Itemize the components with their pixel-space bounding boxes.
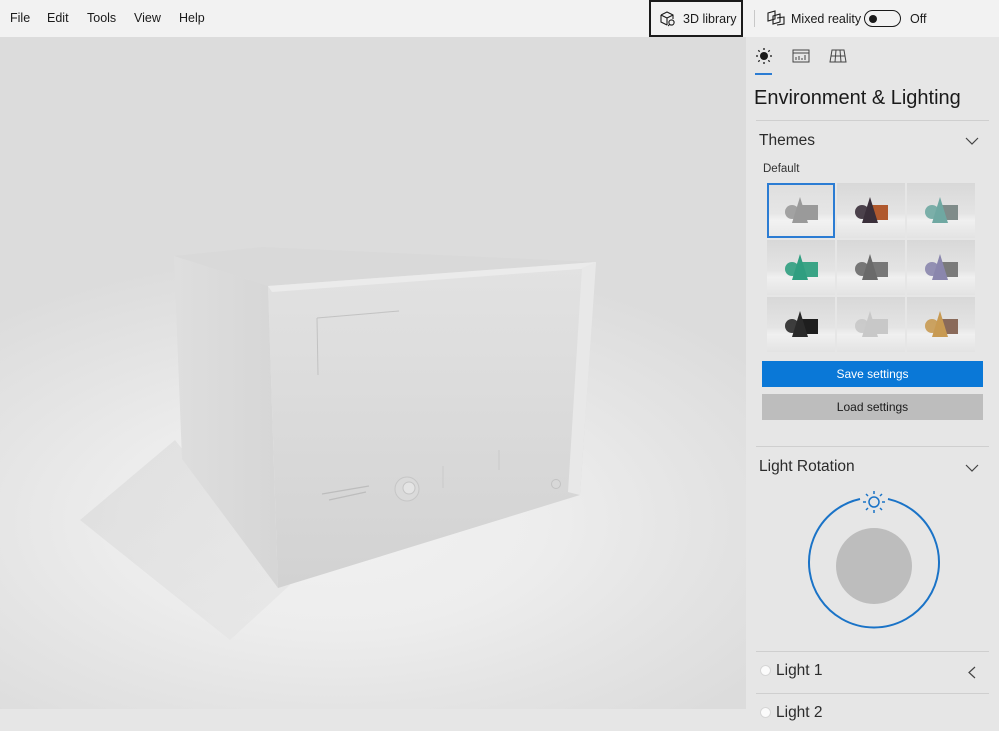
theme-preview-icon [925,311,958,337]
toolbar-divider [754,10,755,27]
3d-library-label: 3D library [683,11,737,26]
theme-light[interactable] [837,297,905,352]
toggle-knob [869,14,877,23]
theme-preview-icon [855,197,888,223]
mixed-reality-state: Off [910,12,927,26]
light-1-radio[interactable] [760,665,771,676]
theme-preview-icon [855,254,888,280]
theme-default[interactable] [767,183,835,238]
chevron-down-icon[interactable] [965,463,979,473]
3d-library-button[interactable]: 3D library [649,0,743,37]
chevron-down-icon[interactable] [965,136,979,146]
light-rotation-header[interactable]: Light Rotation [759,458,855,476]
sun-handle-icon [863,491,885,513]
light-rotation-control[interactable] [804,487,944,637]
theme-gold-purple[interactable] [907,297,975,352]
theme-green[interactable] [767,240,835,295]
theme-preview-icon [855,311,888,337]
theme-preview-icon [785,197,818,223]
theme-selected-label: Default [763,163,800,175]
active-tab-indicator [755,73,772,75]
divider [756,651,989,652]
divider [756,693,989,694]
menu-edit[interactable]: Edit [47,11,69,25]
model-front-face [268,262,596,588]
load-settings-button[interactable]: Load settings [762,394,983,420]
mixed-reality-label: Mixed reality [791,12,862,26]
save-settings-button[interactable]: Save settings [762,361,983,387]
sun-icon[interactable] [755,47,773,65]
light-2-label: Light 2 [776,704,823,721]
chevron-left-icon[interactable] [968,666,976,679]
themes-grid [767,183,975,352]
theme-lavender[interactable] [907,240,975,295]
cube-search-icon [660,10,675,26]
theme-preview-icon [785,311,818,337]
light-1-row[interactable]: Light 1 [746,653,999,689]
divider [756,120,989,121]
menu-tools[interactable]: Tools [87,11,116,25]
rotation-sphere [836,528,912,604]
menu-file[interactable]: File [10,11,30,25]
theme-preview-icon [785,254,818,280]
divider [756,446,989,447]
theme-preview-icon [925,254,958,280]
3d-viewport[interactable] [0,37,746,709]
light-2-row[interactable]: Light 2 [746,695,999,731]
model-small-knob [551,479,561,489]
menu-help[interactable]: Help [179,11,205,25]
theme-preview-icon [925,197,958,223]
mixed-reality-icon [767,10,785,26]
themes-header[interactable]: Themes [759,132,815,150]
3d-model[interactable] [0,37,746,709]
grid-icon[interactable] [829,47,847,65]
theme-dark-copper[interactable] [837,183,905,238]
light-1-label: Light 1 [776,662,823,679]
mixed-reality-toggle[interactable] [864,10,901,27]
menu-bar: File Edit Tools View Help 3D library Mix… [0,0,999,37]
environment-panel: Environment & Lighting Themes Default Sa… [746,37,999,721]
theme-teal-gray[interactable] [907,183,975,238]
stats-chart-icon[interactable] [792,47,810,65]
panel-title: Environment & Lighting [754,87,961,109]
menu-view[interactable]: View [134,11,161,25]
theme-charcoal[interactable] [837,240,905,295]
theme-black[interactable] [767,297,835,352]
